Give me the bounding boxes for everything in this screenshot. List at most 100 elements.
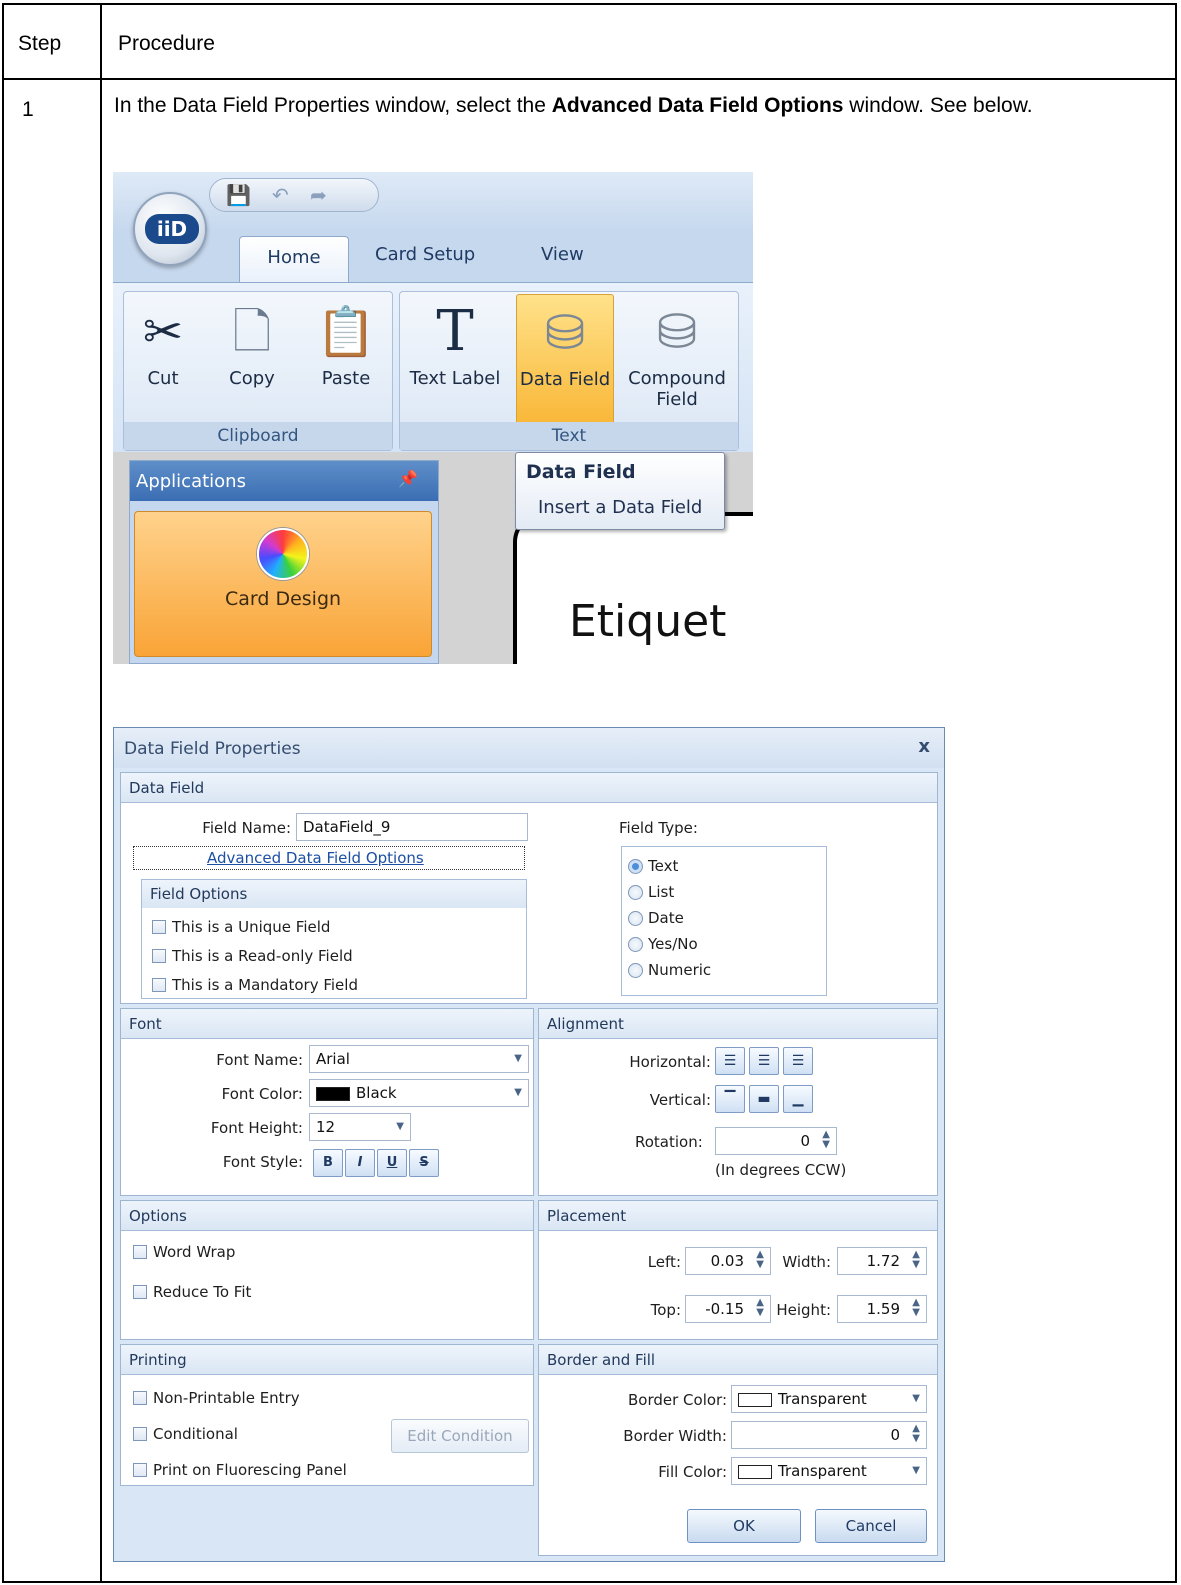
font-name-value: Arial — [316, 1050, 350, 1068]
top-input[interactable]: -0.15 ▲ ▼ — [685, 1295, 771, 1323]
align-bottom-icon[interactable]: ▁ — [783, 1085, 813, 1113]
compound-field-button[interactable]: ⛁ Compound Field — [622, 298, 732, 416]
fill-color-value: Transparent — [778, 1462, 867, 1480]
database-icon: ⛁ — [544, 305, 586, 361]
read-only-field-checkbox[interactable] — [152, 949, 166, 963]
width-input[interactable]: 1.72 ▲ ▼ — [837, 1247, 927, 1275]
printing-panel-header: Printing — [121, 1345, 533, 1375]
application-orb[interactable]: iiD — [133, 192, 207, 266]
spinner-icon[interactable]: ▲ ▼ — [756, 1298, 764, 1318]
advanced-data-field-options-link[interactable]: Advanced Data Field Options — [207, 849, 424, 867]
align-right-icon[interactable]: ☰ — [783, 1047, 813, 1075]
cancel-button[interactable]: Cancel — [815, 1509, 927, 1543]
tab-home[interactable]: Home — [239, 236, 349, 284]
strikeout-button[interactable]: S — [409, 1149, 439, 1177]
title-bar: 💾 ↶ ➦ — [113, 172, 753, 232]
conditional-label: Conditional — [153, 1425, 238, 1443]
font-height-dropdown[interactable]: 12 ▼ — [309, 1113, 411, 1141]
redo-icon[interactable]: ➦ — [310, 183, 327, 207]
rotation-input[interactable]: 0 ▲ ▼ — [715, 1127, 837, 1155]
field-type-group: Text List Date Yes/No Numeric — [621, 846, 827, 996]
field-type-label: Field Type: — [619, 819, 698, 837]
color-swatch-icon — [738, 1392, 772, 1407]
underline-button[interactable]: U — [377, 1149, 407, 1177]
undo-icon[interactable]: ↶ — [272, 183, 289, 207]
applications-title: Applications — [136, 471, 246, 492]
close-icon[interactable]: x — [918, 736, 930, 757]
align-middle-icon[interactable]: ▬ — [749, 1085, 779, 1113]
border-width-value: 0 — [890, 1426, 900, 1444]
field-name-input[interactable]: DataField_9 — [296, 813, 528, 841]
reduce-to-fit-checkbox[interactable] — [133, 1285, 147, 1299]
fluorescing-panel-checkbox[interactable] — [133, 1463, 147, 1477]
text-group: T Text Label ⛁ Data Field ⛁ Compound Fie… — [399, 291, 739, 451]
procedure-column-header: Procedure — [118, 32, 215, 55]
spinner-icon[interactable]: ▲ ▼ — [822, 1130, 830, 1150]
tab-card-setup[interactable]: Card Setup — [375, 244, 475, 265]
text-group-label: Text — [400, 422, 738, 450]
card-design-button[interactable]: Card Design — [134, 511, 432, 657]
copy-button[interactable]: 🗋 Copy — [216, 298, 288, 416]
border-width-input[interactable]: 0 ▲ ▼ — [731, 1421, 927, 1449]
field-type-numeric-radio[interactable] — [628, 963, 643, 978]
fill-color-dropdown[interactable]: Transparent ▼ — [731, 1457, 927, 1485]
chevron-down-icon: ▼ — [912, 1393, 920, 1404]
paste-button[interactable]: 📋 Paste — [306, 298, 386, 416]
cut-button[interactable]: ✂ Cut — [130, 298, 196, 416]
font-name-dropdown[interactable]: Arial ▼ — [309, 1045, 529, 1073]
pin-icon[interactable]: 📌 — [398, 469, 418, 488]
italic-button[interactable]: I — [345, 1149, 375, 1177]
mandatory-field-label: This is a Mandatory Field — [172, 976, 358, 994]
field-type-numeric-label: Numeric — [648, 961, 712, 979]
applications-panel: Applications 📌 Card Design — [129, 460, 439, 664]
left-label: Left: — [647, 1253, 681, 1271]
column-divider — [100, 5, 102, 1581]
bold-button[interactable]: B — [313, 1149, 343, 1177]
border-fill-panel: Border and Fill Border Color: Transparen… — [538, 1344, 938, 1556]
data-field-panel: Data Field Field Name: DataField_9 Advan… — [120, 772, 938, 1004]
spinner-icon[interactable]: ▲ ▼ — [912, 1250, 920, 1270]
ok-button[interactable]: OK — [687, 1509, 801, 1543]
instruction-bold: Advanced Data Field Options — [551, 94, 844, 117]
spinner-icon[interactable]: ▲ ▼ — [912, 1298, 920, 1318]
spinner-icon[interactable]: ▲ ▼ — [912, 1424, 920, 1444]
data-field-tooltip: Data Field Insert a Data Field — [515, 452, 725, 530]
clipboard-group-label: Clipboard — [124, 422, 392, 450]
unique-field-checkbox[interactable] — [152, 920, 166, 934]
field-type-yesno-radio[interactable] — [628, 937, 643, 952]
instruction-text: In the Data Field Properties window, sel… — [114, 93, 1144, 119]
field-type-list-radio[interactable] — [628, 885, 643, 900]
field-type-text-radio[interactable] — [628, 859, 643, 874]
font-color-label: Font Color: — [221, 1085, 303, 1103]
left-input[interactable]: 0.03 ▲ ▼ — [685, 1247, 771, 1275]
align-top-icon[interactable]: ▔ — [715, 1085, 745, 1113]
vertical-label: Vertical: — [649, 1091, 711, 1109]
text-label-icon: T — [436, 299, 474, 364]
tab-view[interactable]: View — [541, 244, 584, 265]
copy-icon: 🗋 — [232, 304, 272, 360]
chevron-down-icon: ▼ — [514, 1087, 522, 1098]
edit-condition-button[interactable]: Edit Condition — [391, 1419, 529, 1453]
data-field-properties-dialog: Data Field Properties x Data Field Field… — [113, 727, 945, 1562]
clipboard-group: ✂ Cut 🗋 Copy 📋 Paste Clipboard — [123, 291, 393, 451]
align-left-icon[interactable]: ☰ — [715, 1047, 745, 1075]
chevron-down-icon: ▼ — [396, 1121, 404, 1132]
height-input[interactable]: 1.59 ▲ ▼ — [837, 1295, 927, 1323]
border-fill-panel-header: Border and Fill — [539, 1345, 937, 1375]
border-color-dropdown[interactable]: Transparent ▼ — [731, 1385, 927, 1413]
top-value: -0.15 — [705, 1300, 744, 1318]
dialog-title: Data Field Properties — [124, 739, 301, 759]
mandatory-field-checkbox[interactable] — [152, 978, 166, 992]
spinner-icon[interactable]: ▲ ▼ — [756, 1250, 764, 1270]
align-center-icon[interactable]: ☰ — [749, 1047, 779, 1075]
conditional-checkbox[interactable] — [133, 1427, 147, 1441]
instruction-prefix: In the Data Field Properties window, sel… — [114, 94, 552, 117]
field-type-date-radio[interactable] — [628, 911, 643, 926]
non-printable-checkbox[interactable] — [133, 1391, 147, 1405]
card-canvas[interactable]: Etiquet — [513, 512, 753, 664]
font-color-dropdown[interactable]: Black ▼ — [309, 1079, 529, 1107]
text-label-button[interactable]: T Text Label — [402, 298, 508, 416]
save-icon[interactable]: 💾 — [226, 183, 251, 207]
data-field-button[interactable]: ⛁ Data Field — [516, 294, 614, 436]
word-wrap-checkbox[interactable] — [133, 1245, 147, 1259]
